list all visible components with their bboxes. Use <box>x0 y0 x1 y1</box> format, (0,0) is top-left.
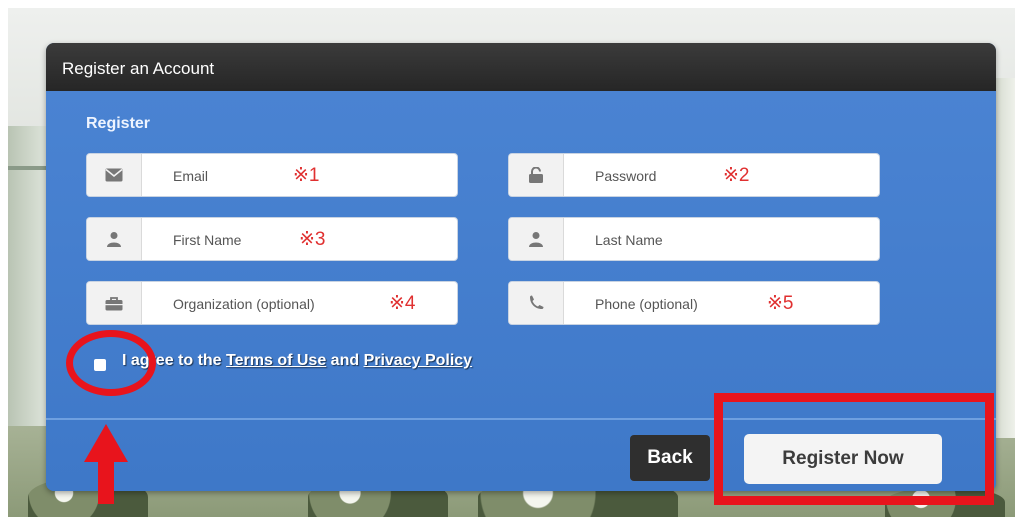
annotation-arrow-up-icon <box>84 424 128 504</box>
first-name-field[interactable]: First Name ※3 <box>86 217 458 261</box>
organization-placeholder: Organization (optional) <box>173 296 315 312</box>
envelope-icon <box>87 154 142 196</box>
privacy-policy-link[interactable]: Privacy Policy <box>364 352 473 369</box>
phone-field[interactable]: Phone (optional) ※5 <box>508 281 880 325</box>
last-name-field[interactable]: Last Name <box>508 217 880 261</box>
annotation-label-3: ※3 <box>299 229 326 250</box>
background-building-left <box>8 126 48 426</box>
agree-label: I agree to the Terms of Use and Privacy … <box>122 352 472 370</box>
briefcase-icon <box>87 282 142 324</box>
email-placeholder: Email <box>173 168 209 184</box>
password-placeholder: Password <box>595 168 657 184</box>
annotation-label-1: ※1 <box>293 165 320 186</box>
user-icon <box>87 218 142 260</box>
annotation-label-2: ※2 <box>723 165 750 186</box>
terms-of-use-link[interactable]: Terms of Use <box>226 352 326 369</box>
user-icon <box>509 218 564 260</box>
first-name-placeholder: First Name <box>173 232 242 248</box>
organization-field[interactable]: Organization (optional) ※4 <box>86 281 458 325</box>
password-field[interactable]: Password ※2 <box>508 153 880 197</box>
dialog-title: Register an Account <box>46 43 996 91</box>
back-button[interactable]: Back <box>630 435 710 481</box>
annotation-ellipse <box>66 330 156 396</box>
annotation-label-4: ※4 <box>389 293 416 314</box>
section-label: Register <box>86 115 151 132</box>
email-field[interactable]: Email ※1 <box>86 153 458 197</box>
last-name-placeholder: Last Name <box>595 232 663 248</box>
annotation-rectangle <box>714 393 994 505</box>
phone-placeholder: Phone (optional) <box>595 296 698 312</box>
annotation-label-5: ※5 <box>767 293 794 314</box>
phone-icon <box>509 282 564 324</box>
background-building-right <box>993 78 1015 438</box>
agree-middle: and <box>326 352 364 369</box>
lock-icon <box>509 154 564 196</box>
